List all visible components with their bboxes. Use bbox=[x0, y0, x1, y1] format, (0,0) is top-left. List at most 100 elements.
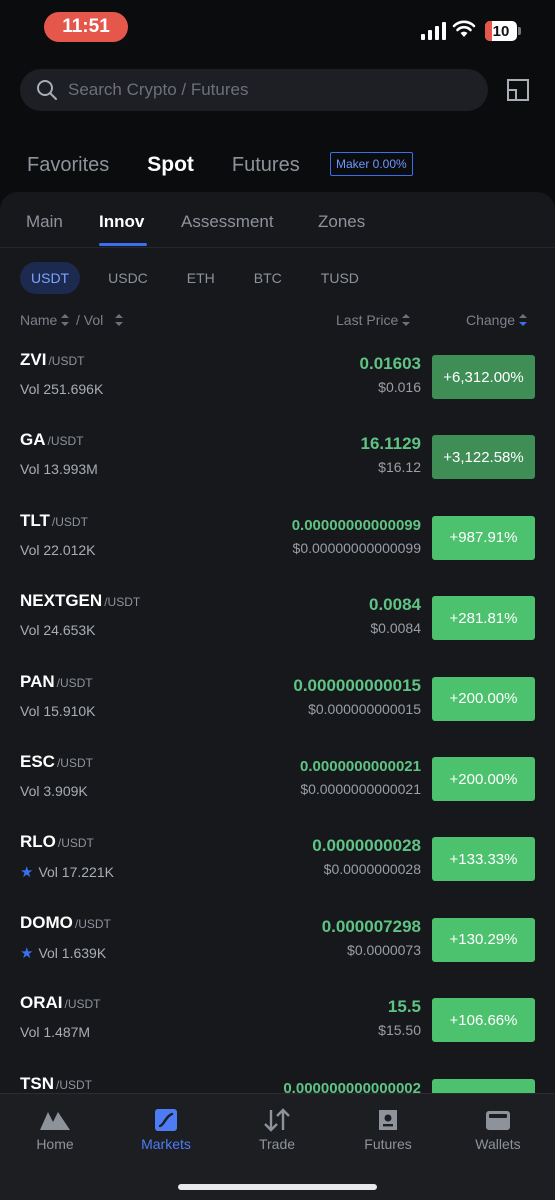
tab-spot[interactable]: Spot bbox=[147, 153, 194, 177]
market-row[interactable]: PAN/USDT Vol 15.910K 0.000000000015 $0.0000… bbox=[0, 658, 555, 738]
volume: Vol 22.012K bbox=[20, 542, 96, 558]
change-badge[interactable]: +200.00% bbox=[432, 757, 535, 801]
nav-trade[interactable]: Trade bbox=[227, 1108, 327, 1152]
pair-symbol: ESC/USDT bbox=[20, 752, 93, 772]
tab-favorites[interactable]: Favorites bbox=[27, 154, 109, 177]
last-price: 0.000000000015 bbox=[293, 675, 421, 695]
fiat-price: $0.016 bbox=[378, 379, 421, 395]
markets-icon bbox=[155, 1109, 177, 1131]
volume-text: Vol 3.909K bbox=[20, 783, 88, 799]
market-row[interactable]: ZVI/USDT Vol 251.696K 0.01603 $0.016 +6,312.… bbox=[0, 336, 555, 416]
change-badge[interactable]: +281.81% bbox=[432, 596, 535, 641]
nav-wallets[interactable]: Wallets bbox=[448, 1108, 548, 1152]
fiat-price: $0.0000000000021 bbox=[300, 781, 421, 797]
tab-innov[interactable]: Innov bbox=[99, 212, 144, 232]
status-time: 11:51 bbox=[44, 12, 128, 42]
quote-symbol: /USDT bbox=[56, 675, 93, 690]
tab-futures[interactable]: Futures bbox=[232, 154, 300, 177]
quote-eth[interactable]: ETH bbox=[176, 262, 226, 294]
search-bar[interactable] bbox=[20, 69, 488, 111]
market-type-tabs: Favorites Spot Futures bbox=[27, 150, 338, 180]
volume: Vol 1.487M bbox=[20, 1024, 90, 1040]
category-tabs: Main Innov Assessment Zones bbox=[0, 192, 555, 248]
quote-usdt[interactable]: USDT bbox=[20, 262, 81, 294]
futures-contract-icon bbox=[379, 1110, 397, 1130]
trade-arrows-icon bbox=[264, 1108, 290, 1132]
nav-markets[interactable]: Markets bbox=[116, 1108, 216, 1152]
volume: Vol 251.696K bbox=[20, 381, 103, 397]
volume: Vol 15.910K bbox=[20, 703, 96, 719]
last-price: 0.0000000000021 bbox=[300, 758, 421, 775]
base-symbol: GA bbox=[20, 430, 46, 450]
quote-currency-filter: USDT USDC ETH BTC TUSD bbox=[20, 262, 387, 294]
battery-icon: 10 bbox=[485, 21, 517, 41]
quote-symbol: /USDT bbox=[47, 434, 84, 449]
sort-last-price[interactable]: Last Price bbox=[336, 312, 411, 328]
nav-home[interactable]: Home bbox=[5, 1108, 105, 1152]
volume: ★ Vol 1.639K bbox=[20, 944, 106, 962]
last-price: 0.00000000000099 bbox=[291, 516, 421, 534]
change-badge[interactable]: +987.91% bbox=[432, 515, 535, 560]
base-symbol: RLO bbox=[20, 832, 56, 852]
volume-text: Vol 251.696K bbox=[20, 381, 104, 397]
wallet-icon bbox=[486, 1111, 510, 1130]
base-symbol: ESC bbox=[20, 752, 55, 771]
pair-symbol: TSN/USDT bbox=[20, 1074, 92, 1094]
change-badge[interactable]: +6,312.00% bbox=[432, 355, 535, 399]
column-vol-label: / Vol bbox=[76, 312, 104, 328]
quote-tusd[interactable]: TUSD bbox=[310, 262, 370, 294]
fiat-price: $0.0084 bbox=[370, 620, 421, 637]
change-badge[interactable]: +3,122.58% bbox=[432, 435, 535, 480]
market-row[interactable]: DOMO/USDT ★ Vol 1.639K 0.000007298 $0.000007… bbox=[0, 899, 555, 979]
home-logo-icon bbox=[40, 1112, 70, 1130]
wifi-icon bbox=[452, 20, 476, 37]
sort-name[interactable]: Name bbox=[20, 312, 70, 328]
quote-btc[interactable]: BTC bbox=[243, 262, 293, 294]
change-badge[interactable]: +106.66% bbox=[432, 998, 535, 1043]
pair-symbol: NEXTGEN/USDT bbox=[20, 591, 140, 611]
base-symbol: TLT bbox=[20, 510, 50, 530]
tab-assessment[interactable]: Assessment bbox=[181, 212, 274, 232]
tab-zones[interactable]: Zones bbox=[318, 212, 365, 232]
sort-vol[interactable]: / Vol bbox=[76, 312, 124, 328]
volume: Vol 13.993M bbox=[20, 461, 98, 477]
volume-text: Vol 1.639K bbox=[38, 944, 107, 961]
last-price: 15.5 bbox=[387, 997, 421, 1017]
column-price-label: Last Price bbox=[336, 312, 399, 328]
market-row[interactable]: ORAI/USDT Vol 1.487M 15.5 $15.50 +106.66% bbox=[0, 979, 555, 1059]
active-tab-indicator bbox=[99, 243, 147, 246]
pair-symbol: GA/USDT bbox=[20, 430, 84, 450]
change-badge[interactable]: +133.33% bbox=[432, 837, 535, 882]
tab-main[interactable]: Main bbox=[26, 212, 63, 232]
search-input[interactable] bbox=[68, 80, 448, 100]
pair-symbol: ZVI/USDT bbox=[20, 350, 84, 370]
fiat-price: $16.12 bbox=[378, 459, 421, 476]
market-row[interactable]: RLO/USDT ★ Vol 17.221K 0.0000000028 $0.00000… bbox=[0, 818, 555, 898]
market-row[interactable]: TLT/USDT Vol 22.012K 0.00000000000099 $0.00… bbox=[0, 497, 555, 577]
fiat-price: $15.50 bbox=[378, 1022, 421, 1039]
nav-futures[interactable]: Futures bbox=[338, 1108, 438, 1152]
quote-symbol: /USDT bbox=[57, 836, 94, 851]
market-row[interactable]: ESC/USDT Vol 3.909K 0.0000000000021 $0.0000… bbox=[0, 738, 555, 818]
volume: ★ Vol 17.221K bbox=[20, 863, 114, 881]
layout-toggle-icon[interactable] bbox=[506, 78, 530, 102]
volume-text: Vol 13.993M bbox=[20, 461, 98, 478]
market-row[interactable]: GA/USDT Vol 13.993M 16.1129 $16.12 +3,122.58… bbox=[0, 416, 555, 496]
market-row[interactable]: NEXTGEN/USDT Vol 24.653K 0.0084 $0.0084 +281… bbox=[0, 577, 555, 657]
quote-usdc[interactable]: USDC bbox=[97, 262, 159, 294]
change-badge[interactable]: +200.00% bbox=[432, 676, 535, 721]
change-badge[interactable]: +130.29% bbox=[432, 917, 535, 962]
quote-symbol: /USDT bbox=[64, 997, 101, 1012]
sort-icon bbox=[115, 314, 124, 326]
search-icon bbox=[37, 80, 57, 100]
fiat-price: $0.0000000028 bbox=[323, 861, 421, 878]
battery-cap bbox=[518, 27, 521, 35]
favorite-star-icon[interactable]: ★ bbox=[20, 863, 33, 881]
status-bar: 11:51 10 bbox=[0, 0, 555, 56]
base-symbol: ORAI bbox=[20, 993, 63, 1013]
sort-change[interactable]: Change bbox=[466, 312, 528, 328]
maker-fee-badge[interactable]: Maker 0.00% bbox=[330, 152, 413, 176]
volume: Vol 3.909K bbox=[20, 783, 88, 799]
favorite-star-icon[interactable]: ★ bbox=[20, 944, 33, 962]
fiat-price: $0.000000000015 bbox=[308, 700, 421, 717]
